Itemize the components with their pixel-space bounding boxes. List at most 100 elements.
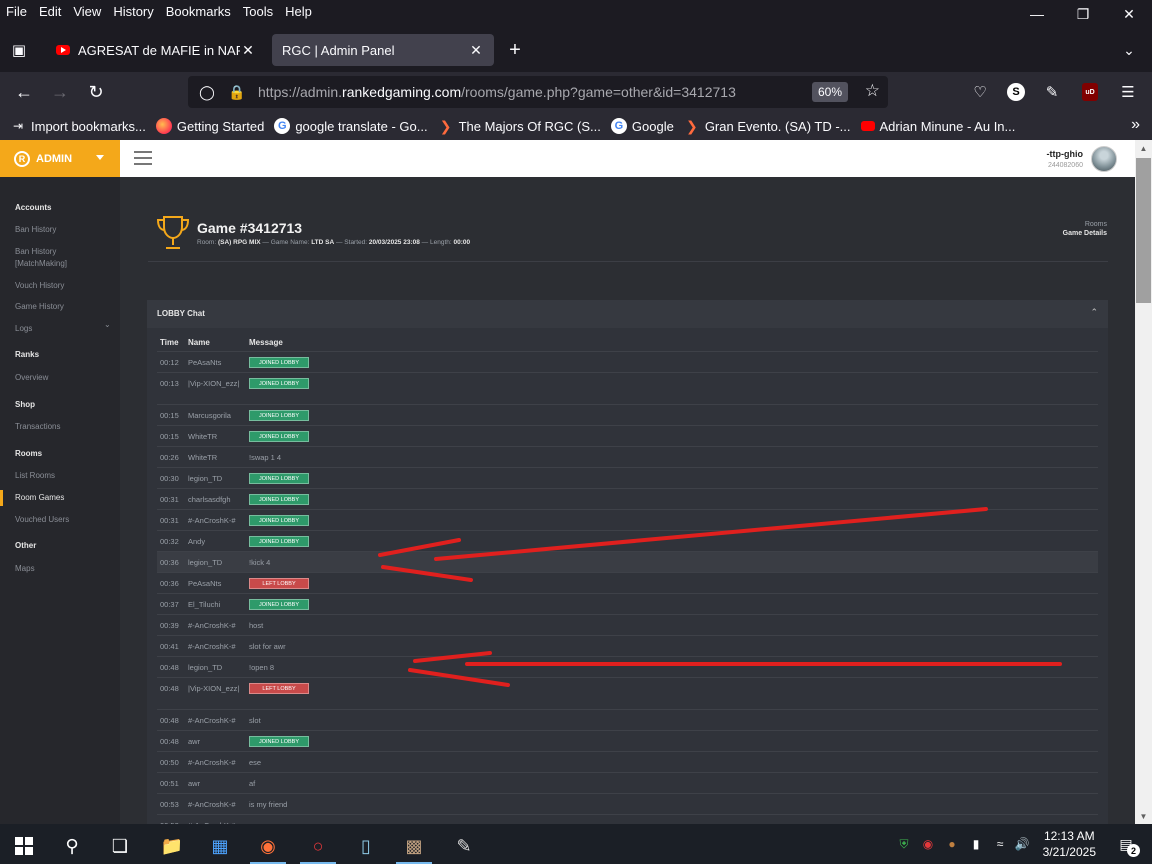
chevron-up-icon[interactable]: ⌃ [1090, 307, 1098, 318]
paint-icon[interactable]: ✎ [442, 828, 486, 864]
firefox-icon[interactable]: ◉ [246, 828, 290, 864]
clock[interactable]: 12:13 AM 3/21/2025 [1043, 828, 1096, 860]
defender-icon[interactable]: ⛨ [892, 832, 916, 856]
menu-edit[interactable]: Edit [33, 4, 67, 19]
tab-admin-panel[interactable]: RGC | Admin Panel ✕ [272, 34, 494, 66]
row-player-name[interactable]: #-AnCroshK-# [188, 515, 244, 526]
menu-view[interactable]: View [67, 4, 107, 19]
rgc-client-icon[interactable]: ○ [296, 828, 340, 864]
notification-icon[interactable]: ▤ 2 [1114, 832, 1140, 857]
menu-icon[interactable]: ☰ [1114, 78, 1142, 106]
scroll-up-icon[interactable]: ▲ [1135, 140, 1152, 156]
card-header[interactable]: LOBBY Chat ⌃ [147, 300, 1108, 328]
bookmark-item[interactable]: Ggoogle translate - Go... [274, 118, 428, 134]
start-button[interactable] [2, 828, 46, 864]
bookmark-item[interactable]: ❯ Gran Evento. (SA) TD -... [684, 118, 851, 134]
search-icon[interactable]: ⚲ [50, 828, 94, 864]
tray-app-icon[interactable]: ● [940, 832, 964, 856]
row-player-name[interactable]: #-AnCroshK-# [188, 757, 244, 768]
row-player-name[interactable]: legion_TD [188, 557, 244, 568]
chevron-down-icon[interactable]: ⌄ [104, 320, 111, 329]
chevron-down-icon[interactable]: ⌄ [1118, 38, 1140, 62]
scrollbar-thumb[interactable] [1136, 158, 1151, 303]
hamburger-icon[interactable] [134, 151, 152, 165]
sidebar-item-overview[interactable]: Overview [15, 372, 48, 384]
wifi-icon[interactable]: ≈ [988, 832, 1012, 856]
bookmark-item[interactable]: ⇥ Import bookmarks... [10, 118, 146, 134]
shield-icon[interactable]: ◯ [196, 84, 218, 101]
star-icon[interactable]: ☆ [865, 81, 880, 101]
row-player-name[interactable]: awr [188, 736, 244, 747]
bookmark-item[interactable]: Getting Started [155, 118, 264, 134]
chevron-right-icon[interactable]: » [1131, 116, 1140, 134]
row-player-name[interactable]: El_Tiluchi [188, 599, 244, 610]
new-tab-icon[interactable]: + [504, 38, 526, 62]
bookmark-item[interactable]: ❯ The Majors Of RGC (S... [438, 118, 601, 134]
task-view-icon[interactable]: ❏ [98, 828, 142, 864]
row-player-name[interactable]: charlsasdfgh [188, 494, 244, 505]
notes-icon[interactable]: ▯ [344, 828, 388, 864]
sidebar-item-ban-history[interactable]: Ban History [15, 224, 56, 236]
row-player-name[interactable]: |Vip-XION_ezz| [188, 378, 244, 389]
row-player-name[interactable]: WhiteTR [188, 431, 244, 442]
sidebar-item-transactions[interactable]: Transactions [15, 421, 61, 433]
row-player-name[interactable]: WhiteTR [188, 452, 244, 463]
row-player-name[interactable]: legion_TD [188, 473, 244, 484]
row-player-name[interactable]: awr [188, 778, 244, 789]
row-player-name[interactable]: #-AnCroshK-# [188, 715, 244, 726]
url-bar[interactable]: ◯ 🔒 https://admin.rankedgaming.com/rooms… [188, 76, 888, 108]
tab-youtube[interactable]: AGRESAT de MAFIE in NAPOLI | ✕ [46, 34, 266, 66]
firefox-view-icon[interactable]: ▣ [6, 38, 32, 62]
sidebar-item-game-history[interactable]: Game History [15, 301, 64, 313]
reload-icon[interactable]: ↻ [82, 78, 110, 106]
scroll-down-icon[interactable]: ▼ [1135, 808, 1152, 824]
avatar[interactable] [1091, 146, 1117, 172]
extensions-icon[interactable]: ✎ [1038, 78, 1066, 106]
sidebar-item-list-rooms[interactable]: List Rooms [15, 470, 55, 482]
tab-close-icon[interactable]: ✕ [240, 42, 256, 59]
menu-bookmarks[interactable]: Bookmarks [160, 4, 237, 19]
file-explorer-icon[interactable]: 📁 [150, 828, 194, 864]
row-player-name[interactable]: #-AnCroshK-# [188, 641, 244, 652]
usb-icon[interactable]: ▮ [964, 832, 988, 856]
rgc-tray-icon[interactable]: ◉ [916, 832, 940, 856]
menu-file[interactable]: File [0, 4, 33, 19]
forward-icon[interactable]: → [46, 78, 74, 106]
back-icon[interactable]: ← [10, 78, 38, 106]
page-scrollbar[interactable]: ▲ ▼ [1135, 140, 1152, 824]
sidebar-item-vouch-history[interactable]: Vouch History [15, 280, 64, 292]
row-player-name[interactable]: PeAsaNts [188, 357, 244, 368]
row-player-name[interactable]: |Vip-XION_ezz| [188, 683, 244, 694]
row-player-name[interactable]: Marcusgorila [188, 410, 244, 421]
sidebar-item-logs[interactable]: Logs [15, 323, 32, 335]
lock-icon[interactable]: 🔒 [226, 84, 248, 101]
minimize-icon[interactable]: — [1014, 0, 1060, 28]
sidebar-item-vouched-users[interactable]: Vouched Users [15, 514, 69, 526]
restore-icon[interactable]: ❐ [1060, 0, 1106, 28]
breadcrumb-rooms[interactable]: Rooms [1085, 221, 1107, 228]
sidebar-item-room-games[interactable]: Room Games [15, 492, 64, 504]
pocket-icon[interactable]: ♡ [966, 78, 994, 106]
user-name[interactable]: -ttp-ghio [1047, 149, 1083, 159]
volume-icon[interactable]: 🔊 [1010, 832, 1034, 856]
close-window-icon[interactable]: ✕ [1106, 0, 1152, 28]
menu-help[interactable]: Help [279, 4, 318, 19]
row-player-name[interactable]: #-AnCroshK-# [188, 620, 244, 631]
url-text[interactable]: https://admin.rankedgaming.com/rooms/gam… [258, 84, 736, 100]
bookmark-item[interactable]: G Google [610, 118, 674, 134]
sidebar-item-maps[interactable]: Maps [15, 563, 35, 575]
warcraft-icon[interactable]: ▩ [392, 828, 436, 864]
bookmark-item[interactable]: Adrian Minune - Au In... [860, 119, 1015, 134]
row-player-name[interactable]: Andy [188, 536, 244, 547]
row-player-name[interactable]: PeAsaNts [188, 578, 244, 589]
ublock-icon[interactable]: uD [1076, 78, 1104, 106]
row-player-name[interactable]: legion_TD [188, 662, 244, 673]
account-icon[interactable]: S [1002, 78, 1030, 106]
zoom-indicator[interactable]: 60% [811, 82, 848, 102]
admin-brand[interactable]: R ADMIN [0, 140, 120, 177]
row-player-name[interactable]: #-AnCroshK-# [188, 799, 244, 810]
tab-close-icon[interactable]: ✕ [468, 42, 484, 59]
menu-history[interactable]: History [107, 4, 159, 19]
store-icon[interactable]: ▦ [198, 828, 242, 864]
sidebar-item-ban-history-matchmaking[interactable]: Ban History [MatchMaking] [15, 246, 85, 270]
